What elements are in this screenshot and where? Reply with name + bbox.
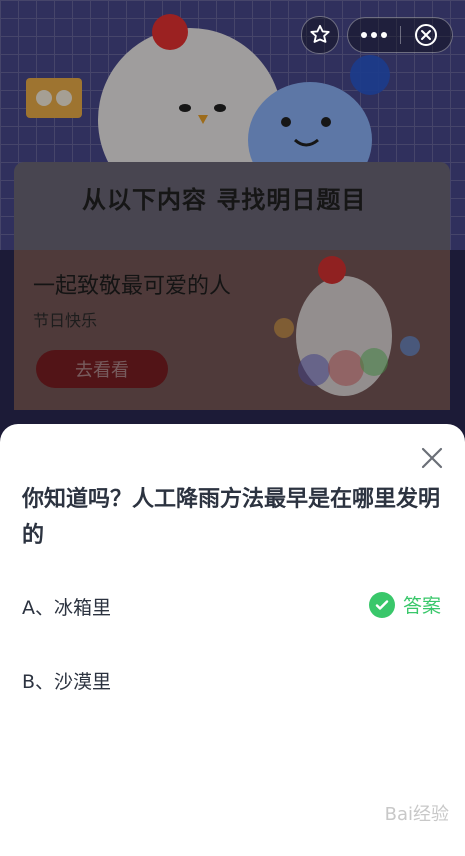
check-icon: [368, 591, 395, 618]
quiz-option-b[interactable]: B、沙漠里: [22, 667, 111, 694]
close-sheet-button[interactable]: [419, 445, 445, 471]
watermark: Bai经验: [384, 804, 449, 825]
capsule-menu: [347, 17, 453, 53]
mini-program-topbar: [301, 16, 453, 54]
more-button[interactable]: [358, 30, 390, 40]
capsule-divider: [399, 26, 401, 44]
close-icon: [421, 447, 443, 469]
answer-label: 答案: [402, 595, 441, 617]
answer-indicator: 答案: [368, 591, 441, 618]
close-circle-icon: [415, 24, 437, 46]
exit-button[interactable]: [410, 23, 442, 47]
favorite-button[interactable]: [301, 16, 339, 54]
quiz-option-a[interactable]: A、冰箱里: [22, 593, 111, 620]
more-icon: [361, 32, 387, 38]
star-icon: [310, 24, 330, 43]
quiz-question: 你知道吗？人工降雨方法最早是在哪里发明的: [22, 487, 441, 548]
